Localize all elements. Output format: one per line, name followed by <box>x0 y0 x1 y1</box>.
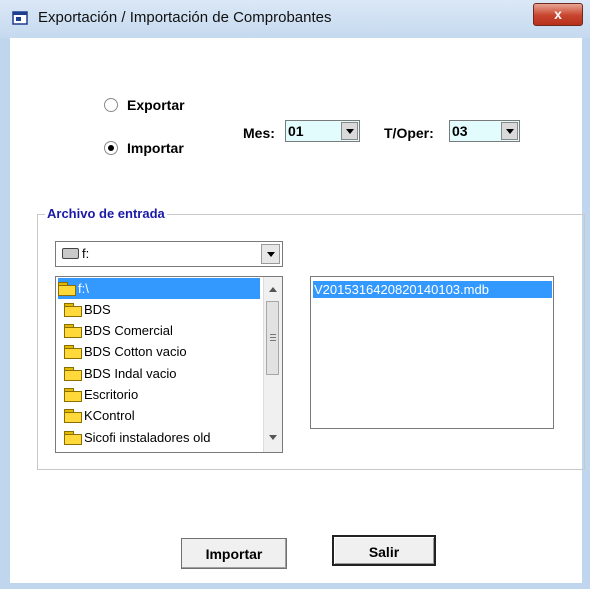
directory-item-label: Escritorio <box>84 387 139 402</box>
folder-icon <box>64 367 82 381</box>
directory-item[interactable]: Escritorio <box>64 384 138 405</box>
directory-item[interactable]: BDS Cotton vacio <box>64 341 187 362</box>
mes-dropdown[interactable]: 01 <box>285 120 360 142</box>
grip-line <box>270 337 276 338</box>
directory-item-label: BDS Comercial <box>84 323 173 338</box>
drive-dropdown-arrow-icon[interactable] <box>261 244 280 264</box>
directory-item-label: BDS Indal vacio <box>84 366 177 381</box>
directory-list[interactable]: f:\ BDS BDS Comercial BDS Cotton vacio B… <box>55 276 283 453</box>
toper-dropdown[interactable]: 03 <box>449 120 520 142</box>
directory-item-label: Sicofi instaladores old <box>84 430 211 445</box>
directory-item[interactable]: BDS Indal vacio <box>64 363 177 384</box>
scrollbar-thumb[interactable] <box>266 301 279 375</box>
directory-item[interactable]: KControl <box>64 405 135 426</box>
radio-exportar[interactable]: Exportar <box>104 97 185 113</box>
directory-item[interactable]: Sicofi instaladores old <box>64 427 210 448</box>
import-button[interactable]: Importar <box>181 538 287 569</box>
drive-selector[interactable]: f: <box>55 241 283 267</box>
open-folder-icon <box>58 282 76 296</box>
close-icon: x <box>554 6 562 22</box>
toper-label: T/Oper: <box>384 125 434 141</box>
scroll-up-arrow-icon[interactable] <box>269 287 277 292</box>
mes-label: Mes: <box>243 125 275 141</box>
toper-value: 03 <box>452 123 468 139</box>
folder-icon <box>64 431 82 445</box>
directory-item[interactable]: BDS <box>64 299 111 320</box>
file-list[interactable]: V2015316420820140103.mdb <box>310 276 554 429</box>
directory-item-label: BDS <box>84 302 111 317</box>
directory-item-label: BDS Cotton vacio <box>84 344 187 359</box>
directory-scrollbar[interactable] <box>263 277 282 452</box>
directory-item-label: KControl <box>84 408 135 423</box>
mes-value: 01 <box>288 123 304 139</box>
mes-dropdown-arrow-icon[interactable] <box>341 122 358 140</box>
folder-icon <box>64 388 82 402</box>
grip-line <box>270 334 276 335</box>
radio-exportar-label: Exportar <box>127 97 185 113</box>
folder-icon <box>64 345 82 359</box>
toper-dropdown-arrow-icon[interactable] <box>501 122 518 140</box>
directory-item[interactable]: f:\ <box>58 278 260 299</box>
directory-item-label: f:\ <box>78 281 89 296</box>
radio-importar-circle[interactable] <box>104 141 118 155</box>
window-bottom-border <box>0 583 590 589</box>
folder-icon <box>64 303 82 317</box>
folder-icon <box>64 409 82 423</box>
close-button[interactable]: x <box>533 3 583 26</box>
scroll-down-arrow-icon[interactable] <box>269 435 277 440</box>
drive-icon <box>62 248 79 259</box>
directory-item[interactable]: BDS Comercial <box>64 320 173 341</box>
radio-exportar-circle[interactable] <box>104 98 118 112</box>
folder-icon <box>64 324 82 338</box>
radio-importar[interactable]: Importar <box>104 140 184 156</box>
dialog-window: Exportación / Importación de Comprobante… <box>0 0 590 589</box>
exit-button[interactable]: Salir <box>332 535 436 566</box>
title-bar[interactable]: Exportación / Importación de Comprobante… <box>0 0 590 38</box>
file-item[interactable]: V2015316420820140103.mdb <box>313 281 552 298</box>
radio-importar-label: Importar <box>127 140 184 156</box>
grip-line <box>270 340 276 341</box>
window-title: Exportación / Importación de Comprobante… <box>38 9 332 26</box>
input-file-group-title: Archivo de entrada <box>45 206 167 221</box>
drive-value: f: <box>82 246 90 261</box>
window-app-icon <box>12 11 28 25</box>
